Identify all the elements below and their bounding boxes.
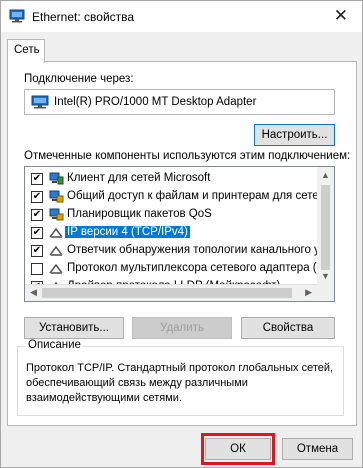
checkbox[interactable]: ✔ (31, 173, 43, 185)
install-button[interactable]: Установить... (24, 317, 124, 339)
checkbox[interactable]: ✔ (31, 209, 43, 221)
vertical-scrollbar[interactable]: ▲ ▼ (317, 167, 334, 301)
network-protocol-icon (49, 263, 63, 274)
properties-button[interactable]: Свойства (241, 317, 335, 339)
components-list[interactable]: ✔ Клиент для сетей Microsoft ✔ Общий дос… (24, 166, 335, 302)
scroll-right-icon[interactable]: ▶ (305, 287, 312, 298)
list-item-selected[interactable]: ✔ IP версии 4 (TCP/IPv4) (25, 224, 317, 242)
list-item[interactable]: ✔ Планировщик пакетов QoS (25, 206, 317, 224)
window-title: Ethernet: свойства (32, 10, 135, 24)
remove-button[interactable]: Удалить (132, 317, 232, 339)
adapter-field: Intel(R) PRO/1000 MT Desktop Adapter (24, 89, 335, 115)
list-item[interactable]: ✔ Клиент для сетей Microsoft (25, 170, 317, 188)
scroll-thumb[interactable] (42, 288, 292, 298)
properties-window: Ethernet: свойства ✕ Сеть Подключение че… (0, 0, 363, 468)
title-bar[interactable]: Ethernet: свойства ✕ (1, 1, 362, 32)
scroll-up-icon[interactable]: ▲ (321, 170, 330, 180)
scroll-left-icon[interactable]: ◀ (30, 287, 37, 298)
checkbox[interactable]: ✔ (31, 227, 43, 239)
network-protocol-icon (49, 245, 63, 256)
network-adapter-icon (9, 9, 25, 23)
horizontal-scrollbar[interactable]: ◀ ▶ (25, 284, 317, 301)
description-title: Описание (26, 339, 83, 351)
network-protocol-icon (49, 227, 63, 238)
scroll-thumb[interactable] (321, 185, 330, 270)
network-client-icon (49, 172, 64, 185)
scroll-down-icon[interactable]: ▼ (321, 271, 330, 281)
configure-button[interactable]: Настроить... (254, 124, 335, 146)
adapter-name: Intel(R) PRO/1000 MT Desktop Adapter (54, 96, 257, 108)
ok-highlight-box (201, 433, 275, 465)
checkbox[interactable]: ✔ (31, 245, 43, 257)
close-icon[interactable]: ✕ (334, 7, 348, 25)
network-service-icon (49, 208, 64, 221)
list-item[interactable]: Протокол мультиплексора сетевого адаптер… (25, 260, 317, 278)
list-item[interactable]: ✔ Общий доступ к файлам и принтерам для … (25, 188, 317, 206)
network-adapter-icon (31, 95, 49, 109)
description-group: Описание Протокол TCP/IP. Стандартный пр… (17, 339, 344, 416)
checkbox[interactable] (31, 263, 43, 275)
tab-network[interactable]: Сеть (7, 39, 45, 63)
network-service-icon (49, 190, 64, 203)
list-item[interactable]: ✔ Ответчик обнаружения топологии канальн… (25, 242, 317, 260)
tab-strip: Сеть (1, 32, 362, 63)
checkbox[interactable]: ✔ (31, 191, 43, 203)
cancel-button[interactable]: Отмена (282, 438, 353, 460)
components-label: Отмеченные компоненты используются этим … (24, 150, 351, 162)
description-text: Протокол TCP/IP. Стандартный протокол гл… (26, 362, 334, 404)
connect-using-label: Подключение через: (24, 73, 134, 85)
